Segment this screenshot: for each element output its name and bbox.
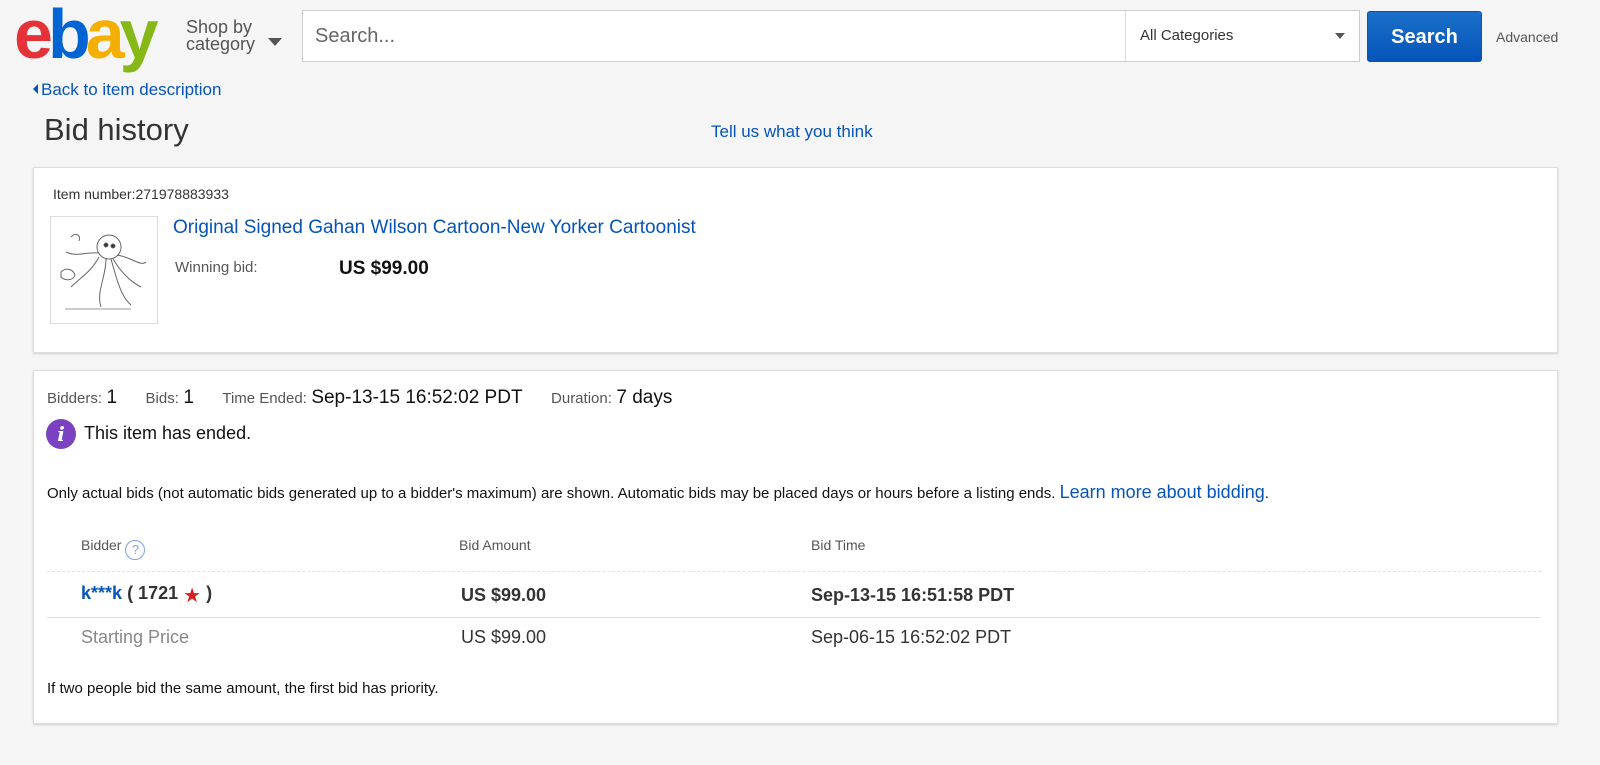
search-bar: All Categories [302,10,1360,62]
duration-value: 7 days [616,387,673,408]
winning-bid-value: US $99.00 [339,258,429,279]
item-number-label: Item number: [53,186,136,202]
search-button[interactable]: Search [1367,11,1482,62]
starting-price-label: Starting Price [81,627,190,647]
starting-price-time: Sep-06-15 16:52:02 PDT [811,627,1012,647]
bid-details-panel: Bidders: 1 Bids: 1 Time Ended: Sep-13-15… [33,370,1558,724]
learn-more-bidding-link[interactable]: Learn more about bidding [1060,482,1265,502]
feedback-close-paren: ) [206,583,213,603]
bidder-column-header: Bidder? [81,537,146,560]
bidder-link[interactable]: k***k [81,583,122,603]
bidders-value: 1 [106,387,118,408]
cartoon-sketch-image [51,217,157,323]
bids-value: 1 [183,387,194,408]
red-star-icon: ★ [183,585,202,607]
bid-time-cell: Sep-13-15 16:51:58 PDT [811,585,1015,605]
page-title: Bid history [44,112,189,147]
item-number-value: 271978883933 [135,186,229,202]
header-divider [47,571,1541,572]
help-icon[interactable]: ? [125,540,146,560]
category-select-value: All Categories [1140,27,1234,44]
time-ended-label: Time Ended: [222,390,307,407]
site-header: ebay Shop by category All Categories Sea… [0,0,1600,70]
bidding-note-text: Only actual bids (not automatic bids gen… [47,485,1056,502]
item-thumbnail[interactable] [50,216,158,324]
time-ended-value: Sep-13-15 16:52:02 PDT [311,387,523,408]
dropdown-arrow-icon [1335,33,1345,39]
shop-by-category-button[interactable]: Shop by category [186,18,282,54]
bid-stats: Bidders: 1 Bids: 1 Time Ended: Sep-13-15… [47,387,696,409]
bid-amount-column-header: Bid Amount [459,537,531,553]
info-icon: i [46,419,76,449]
bidding-note: Only actual bids (not automatic bids gen… [47,482,1269,503]
caret-down-icon [268,38,282,46]
bidder-header-label: Bidder [81,537,122,553]
bid-time-column-header: Bid Time [811,537,866,553]
note-period: . [1264,485,1269,502]
bidder-feedback-score: ( 1721 [127,583,179,603]
winning-bid-label: Winning bid: [175,259,258,276]
bidders-label: Bidders: [47,390,103,407]
item-title-link[interactable]: Original Signed Gahan Wilson Cartoon-New… [173,217,696,239]
row-divider [47,617,1541,618]
feedback-link[interactable]: Tell us what you think [711,122,873,142]
back-to-item-link[interactable]: Back to item description [33,80,221,100]
ebay-logo[interactable]: ebay [14,0,159,69]
duration-label: Duration: [551,390,612,407]
item-panel: Item number:271978883933 Original Signed… [33,167,1558,353]
bids-label: Bids: [145,390,179,407]
advanced-search-link[interactable]: Advanced [1496,29,1558,45]
tie-bid-note: If two people bid the same amount, the f… [47,680,439,697]
starting-price-amount: US $99.00 [461,627,547,647]
bidder-cell: k***k ( 1721 ★ ) [81,583,212,608]
back-arrow-icon [33,84,38,94]
category-select[interactable]: All Categories [1125,11,1359,61]
bid-amount-cell: US $99.00 [461,585,547,605]
search-input[interactable] [303,11,1125,61]
item-ended-text: This item has ended. [84,423,252,443]
category-label: category [186,34,256,54]
item-number: Item number:271978883933 [53,186,229,202]
back-link-label: Back to item description [41,80,222,99]
